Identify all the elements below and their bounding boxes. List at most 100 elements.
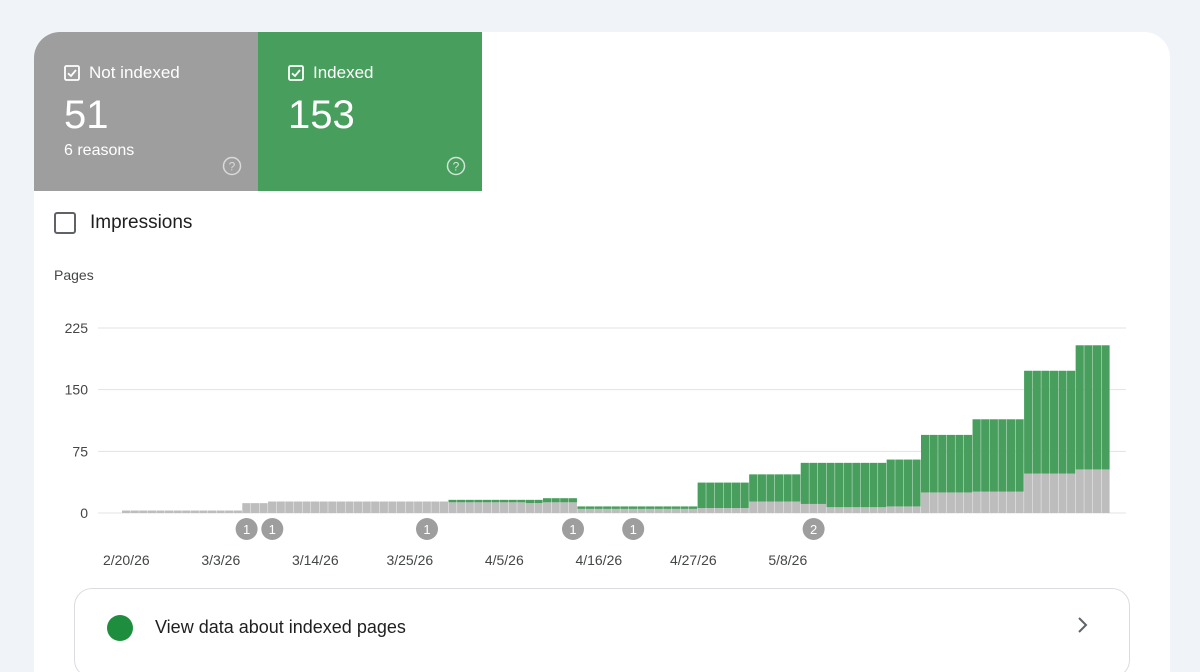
bar-segment	[646, 508, 655, 513]
bar-segment	[620, 506, 629, 509]
bar-segment	[680, 508, 689, 513]
bar-segment	[568, 502, 577, 513]
bar-segment	[362, 501, 371, 513]
y-axis-title: Pages	[54, 267, 94, 283]
y-tick-label: 225	[65, 320, 89, 336]
bar-segment	[1092, 469, 1102, 513]
bar-segment	[671, 508, 681, 513]
bar-segment	[1075, 469, 1084, 513]
indexed-tile[interactable]: Indexed 153 ?	[258, 32, 482, 191]
bar-segment	[560, 498, 569, 503]
bar-segment	[895, 506, 904, 513]
bar-segment	[457, 499, 466, 503]
bar-segment	[594, 506, 603, 509]
bar-segment	[577, 506, 586, 509]
bar-segment	[706, 508, 715, 513]
svg-text:?: ?	[229, 159, 236, 173]
bar-segment	[817, 503, 827, 513]
bar-segment	[302, 501, 311, 513]
bar-segment	[689, 506, 698, 509]
bar-segment	[1041, 370, 1050, 474]
annotation-label: 1	[269, 522, 276, 537]
checkbox-checked-icon[interactable]	[288, 65, 304, 81]
bar-segment	[749, 501, 758, 513]
bar-segment	[740, 508, 749, 513]
bar-segment	[774, 501, 784, 513]
bar-segment	[800, 503, 809, 513]
bar-segment	[998, 419, 1007, 492]
bar-segment	[809, 462, 818, 504]
bar-segment	[500, 499, 509, 503]
bar-segment	[242, 503, 251, 513]
bar-segment	[852, 507, 861, 513]
bar-segment	[878, 507, 887, 513]
bar-segment	[886, 459, 895, 507]
bar-segment	[749, 474, 758, 502]
bar-segment	[783, 501, 792, 513]
bar-segment	[491, 499, 500, 503]
bar-segment	[207, 510, 217, 513]
bar-segment	[1084, 345, 1093, 470]
annotation-label: 2	[810, 522, 817, 537]
bar-segment	[783, 474, 792, 502]
bar-segment	[1015, 419, 1024, 492]
view-indexed-pages-text: View data about indexed pages	[155, 617, 406, 637]
bar-segment	[379, 501, 388, 513]
bar-segment	[1067, 473, 1076, 513]
bar-segment	[491, 502, 500, 513]
bar-segment	[938, 492, 947, 513]
bar-segment	[542, 502, 552, 513]
help-icon[interactable]: ?	[222, 156, 242, 176]
bar-segment	[1084, 469, 1093, 513]
bar-segment	[1032, 370, 1041, 474]
bar-segment	[852, 462, 861, 508]
bar-segment	[766, 474, 775, 502]
help-icon[interactable]: ?	[446, 156, 466, 176]
bar-segment	[130, 510, 139, 513]
bar-segment	[637, 508, 646, 513]
y-tick-label: 75	[72, 443, 88, 459]
bar-segment	[792, 474, 801, 502]
bar-segment	[594, 508, 603, 513]
bar-segment	[903, 459, 912, 507]
bar-segment	[663, 506, 672, 509]
x-tick-label: 2/20/26	[103, 552, 150, 568]
checkbox-unchecked-icon[interactable]	[54, 212, 76, 234]
bar-segment	[1049, 473, 1059, 513]
bar-segment	[603, 508, 612, 513]
svg-text:?: ?	[453, 159, 460, 173]
bar-segment	[929, 434, 938, 493]
chevron-right-icon	[1078, 617, 1088, 633]
bar-segment	[1024, 370, 1033, 474]
bar-segment	[199, 510, 208, 513]
bar-segment	[542, 498, 552, 503]
bar-segment	[1101, 345, 1110, 470]
bar-segment	[577, 508, 586, 513]
bar-segment	[989, 419, 998, 492]
bar-segment	[345, 501, 354, 513]
bar-segment	[723, 482, 732, 509]
annotation-label: 1	[243, 522, 250, 537]
bar-segment	[525, 499, 534, 504]
bar-segment	[946, 492, 955, 513]
bar-segment	[319, 501, 328, 513]
bar-segment	[946, 434, 955, 493]
checkbox-checked-icon[interactable]	[64, 65, 80, 81]
bar-segment	[396, 501, 406, 513]
bar-segment	[689, 508, 698, 513]
bar-segment	[1006, 491, 1016, 513]
bar-segment	[731, 482, 741, 509]
bar-segment	[963, 434, 973, 493]
bar-segment	[293, 501, 303, 513]
bar-segment	[568, 498, 577, 503]
annotation-label: 1	[423, 522, 430, 537]
bar-segment	[517, 499, 526, 503]
bar-segment	[517, 502, 526, 513]
bar-segment	[989, 491, 998, 513]
impressions-toggle[interactable]: Impressions	[54, 212, 192, 234]
bar-segment	[465, 499, 474, 503]
view-indexed-pages-link[interactable]: View data about indexed pages	[74, 588, 1130, 672]
bar-segment	[860, 507, 870, 513]
bar-segment	[371, 501, 380, 513]
not-indexed-tile[interactable]: Not indexed 51 6 reasons ?	[34, 32, 258, 191]
